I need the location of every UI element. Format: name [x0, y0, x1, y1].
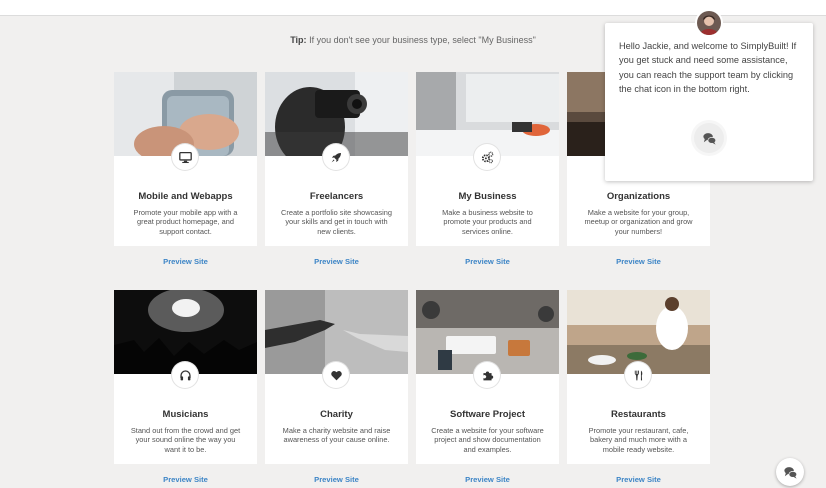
- card-title: Charity: [320, 409, 353, 420]
- card-description: Make a charity website and raise awarene…: [282, 426, 391, 445]
- card-title: Organizations: [606, 191, 671, 202]
- card-description: Stand out from the crowd and get your so…: [130, 426, 241, 454]
- welcome-popup: Hello Jackie, and welcome to SimplyBuilt…: [605, 23, 813, 181]
- heart-icon: [323, 362, 349, 388]
- preview-site-link-mobile-webapps[interactable]: Preview Site: [114, 257, 257, 266]
- headphones-icon: [172, 362, 198, 388]
- card-musicians[interactable]: Musicians Stand out from the crowd and g…: [114, 290, 257, 464]
- rocket-icon: [323, 144, 349, 170]
- tip-label: Tip:: [290, 35, 307, 45]
- card-mobile-webapps[interactable]: Mobile and Webapps Promote your mobile a…: [114, 72, 257, 246]
- card-freelancers[interactable]: Freelancers Create a portfolio site show…: [265, 72, 408, 246]
- preview-site-link-charity[interactable]: Preview Site: [265, 475, 408, 484]
- welcome-message: Hello Jackie, and welcome to SimplyBuilt…: [619, 41, 797, 95]
- card-description: Create a portfolio site showcasing your …: [281, 208, 392, 236]
- preview-site-link-musicians[interactable]: Preview Site: [114, 475, 257, 484]
- card-title: Software Project: [450, 409, 525, 420]
- card-title: Mobile and Webapps: [138, 191, 233, 202]
- card-description: Make a business website to promote your …: [442, 208, 533, 236]
- chat-button[interactable]: [776, 458, 804, 486]
- card-description: Promote your mobile app with a great pro…: [133, 208, 238, 236]
- tip-message: If you don't see your business type, sel…: [306, 35, 536, 45]
- avatar: [697, 11, 721, 35]
- card-charity[interactable]: Charity Make a charity website and raise…: [265, 290, 408, 464]
- preview-site-link-organizations[interactable]: Preview Site: [567, 257, 710, 266]
- card-description: Make a website for your group, meetup or…: [584, 208, 693, 236]
- card-title: My Business: [458, 191, 517, 202]
- chat-bubbles-icon[interactable]: [694, 123, 724, 153]
- monitor-icon: [172, 144, 198, 170]
- card-description: Promote your restaurant, cafe, bakery an…: [588, 426, 689, 454]
- card-title: Freelancers: [309, 191, 364, 202]
- chat-bubbles-icon: [783, 466, 797, 479]
- gears-icon: [474, 144, 500, 170]
- preview-site-link-my-business[interactable]: Preview Site: [416, 257, 559, 266]
- card-restaurants[interactable]: Restaurants Promote your restaurant, caf…: [567, 290, 710, 464]
- preview-site-link-restaurants[interactable]: Preview Site: [567, 475, 710, 484]
- card-my-business[interactable]: My Business Make a business website to p…: [416, 72, 559, 246]
- cutlery-icon: [625, 362, 651, 388]
- preview-site-link-freelancers[interactable]: Preview Site: [265, 257, 408, 266]
- card-title: Musicians: [162, 409, 209, 420]
- preview-site-link-software-project[interactable]: Preview Site: [416, 475, 559, 484]
- card-description: Create a website for your software proje…: [431, 426, 544, 454]
- puzzle-icon: [474, 362, 500, 388]
- card-title: Restaurants: [611, 409, 666, 420]
- card-software-project[interactable]: Software Project Create a website for yo…: [416, 290, 559, 464]
